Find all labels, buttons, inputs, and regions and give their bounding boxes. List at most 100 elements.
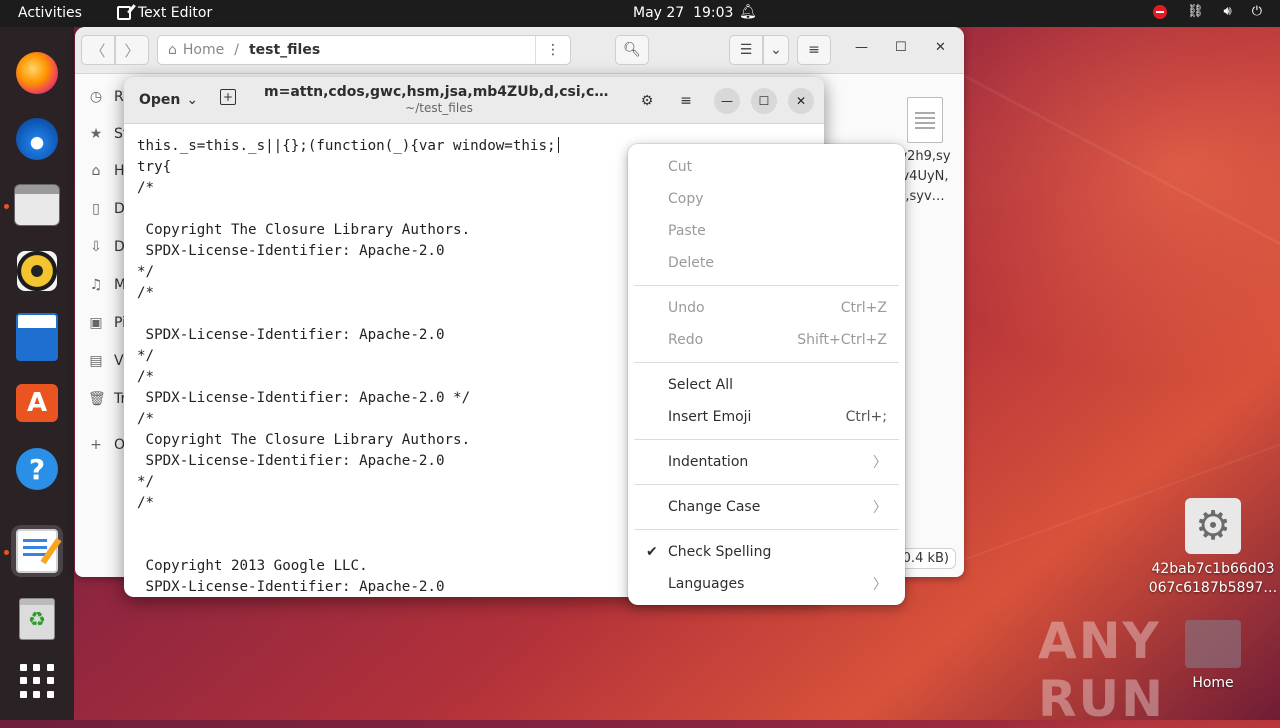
dock-trash[interactable]: ♻ (11, 593, 63, 645)
checkmark-icon: ✔ (646, 544, 658, 560)
clock[interactable]: May 27 19:03 (633, 5, 733, 21)
files-icon (14, 184, 60, 226)
activities-button[interactable]: Activities (18, 5, 82, 21)
sidebar-item-trash[interactable]: 🗑︎ Tr (88, 391, 126, 407)
dock-app-center[interactable]: A (11, 377, 63, 429)
file-manager-header: 〈 〉 ⌂ Home / test_files ⋮ 🔍︎ ☰ ⌄ ≡ — ☐ ✕ (75, 27, 964, 74)
text-editor-icon (117, 6, 131, 20)
document-name: m=attn,cdos,gwc,hsm,jsa,mb4ZUb,d,csi,cEt… (264, 84, 614, 100)
menu-separator (634, 529, 899, 530)
plus-icon: + (90, 437, 102, 453)
menu-item-paste[interactable]: Paste (634, 216, 899, 246)
text-file-icon (907, 97, 943, 143)
home-icon: ⌂ (168, 42, 177, 58)
power-icon[interactable]: ⏻ (1252, 4, 1262, 19)
desktop-file[interactable]: ⚙ 42bab7c1b66d03 067c6187b5897… (1148, 498, 1278, 598)
path-menu-button[interactable]: ⋮ (535, 36, 570, 64)
dock-help[interactable]: ? (11, 443, 63, 495)
sidebar-item-other-locations[interactable]: + O (88, 437, 125, 453)
path-bar[interactable]: ⌂ Home / test_files ⋮ (157, 35, 571, 65)
main-menu-button[interactable]: ≡ (797, 35, 831, 65)
top-bar: Activities Text Editor May 27 19:03 🔔︎ ⛓… (0, 0, 1280, 27)
list-view-icon: ☰ (739, 42, 753, 58)
dock-text-editor[interactable] (11, 525, 63, 577)
forward-button[interactable]: 〉 (115, 35, 149, 65)
minimize-icon[interactable]: — (855, 40, 868, 55)
menu-item-undo[interactable]: Undo Ctrl+Z (634, 293, 899, 323)
app-menu[interactable]: Text Editor (117, 5, 212, 21)
document-icon: ▯ (92, 201, 100, 217)
volume-icon[interactable]: 🔊︎ (1224, 4, 1232, 19)
system-tray[interactable]: ⛓ 🔊︎ ⏻ (1152, 4, 1262, 19)
dock-firefox[interactable] (11, 47, 63, 99)
clock-icon: ◷ (89, 89, 103, 105)
trash-icon: ♻ (19, 598, 55, 640)
dock-thunderbird[interactable] (11, 113, 63, 165)
menu-item-indentation[interactable]: Indentation 〉 (634, 447, 899, 477)
path-separator: / (234, 42, 239, 58)
menu-item-change-case[interactable]: Change Case 〉 (634, 492, 899, 522)
document-path: ~/test_files (405, 101, 473, 115)
view-list-button[interactable]: ☰ (729, 35, 763, 65)
sidebar-item-music[interactable]: ♫ M (88, 277, 126, 293)
trash-icon: 🗑︎ (88, 391, 106, 407)
new-tab-icon[interactable]: + (220, 89, 236, 105)
hamburger-icon[interactable]: ≡ (674, 89, 698, 113)
download-icon: ⇩ (90, 239, 102, 255)
do-not-disturb-icon[interactable] (1152, 4, 1167, 19)
menu-separator (634, 285, 899, 286)
minimize-icon[interactable]: — (714, 88, 740, 114)
menu-item-select-all[interactable]: Select All (634, 370, 899, 400)
sidebar-item-videos[interactable]: ▤ Vi (88, 353, 127, 369)
desktop-file-label: 42bab7c1b66d03 067c6187b5897… (1148, 561, 1278, 596)
menu-item-cut[interactable]: Cut (634, 152, 899, 182)
libreoffice-writer-icon (16, 313, 58, 361)
menu-item-languages[interactable]: Languages 〉 (634, 569, 899, 599)
open-button[interactable]: Open ⌄ (131, 85, 206, 115)
search-button[interactable]: 🔍︎ (615, 35, 649, 65)
close-icon[interactable]: ✕ (935, 40, 946, 55)
rhythmbox-icon (17, 251, 57, 291)
settings-icon[interactable]: ⚙ (635, 89, 659, 113)
sidebar-item-pictures[interactable]: ▣ Pi (88, 315, 126, 331)
thunderbird-icon (16, 118, 58, 160)
hamburger-icon: ≡ (808, 42, 820, 58)
menu-item-delete[interactable]: Delete (634, 248, 899, 278)
picture-icon: ▣ (89, 315, 103, 331)
help-icon: ? (16, 448, 58, 490)
text-editor-icon (16, 529, 58, 573)
editor-header: Open ⌄ + m=attn,cdos,gwc,hsm,jsa,mb4ZUb,… (124, 77, 824, 124)
bell-icon[interactable]: 🔔︎ (739, 4, 757, 20)
dock-rhythmbox[interactable] (11, 245, 63, 297)
maximize-icon[interactable]: ☐ (895, 40, 907, 55)
show-apps-icon (20, 664, 54, 698)
chevron-down-icon: ⌄ (770, 42, 782, 58)
close-icon[interactable]: ✕ (788, 88, 814, 114)
search-icon: 🔍︎ (623, 42, 641, 58)
menu-item-copy[interactable]: Copy (634, 184, 899, 214)
network-icon[interactable]: ⛓ (1187, 4, 1204, 19)
show-apps-button[interactable] (11, 655, 63, 707)
menu-item-redo[interactable]: Redo Shift+Ctrl+Z (634, 325, 899, 355)
menu-item-insert-emoji[interactable]: Insert Emoji Ctrl+; (634, 402, 899, 432)
firefox-icon (16, 52, 58, 94)
dock-files[interactable] (11, 179, 63, 231)
app-center-icon: A (16, 384, 58, 422)
star-icon: ★ (89, 126, 103, 142)
app-name: Text Editor (138, 5, 213, 21)
path-current[interactable]: test_files (249, 42, 320, 58)
chevron-right-icon: 〉 (124, 41, 140, 60)
sidebar-item-starred[interactable]: ★ St (88, 126, 129, 142)
chevron-right-icon: 〉 (873, 500, 887, 516)
executable-icon: ⚙ (1185, 498, 1241, 554)
dock-writer[interactable] (11, 311, 63, 363)
path-home[interactable]: Home (183, 42, 224, 58)
text-cursor (557, 137, 559, 153)
maximize-icon[interactable]: ☐ (751, 88, 777, 114)
music-icon: ♫ (89, 277, 103, 293)
dock: A ? ♻ (0, 27, 74, 720)
menu-item-check-spelling[interactable]: ✔ Check Spelling (634, 537, 899, 567)
back-button[interactable]: 〈 (81, 35, 115, 65)
view-options-button[interactable]: ⌄ (763, 35, 789, 65)
video-icon: ▤ (89, 353, 103, 369)
